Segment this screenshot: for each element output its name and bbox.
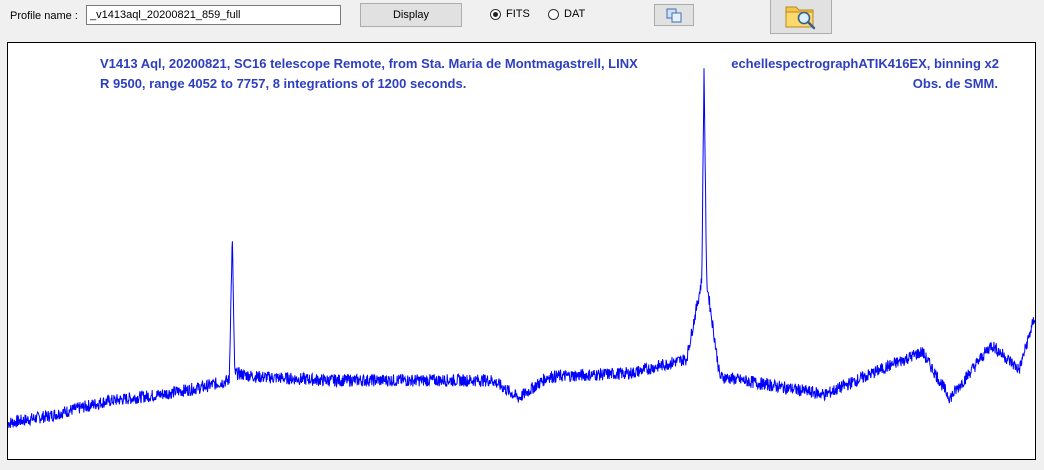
profile-name-input[interactable] [86, 5, 341, 25]
copy-icon [666, 8, 682, 23]
fits-radio-label: FITS [506, 8, 530, 20]
caption-line2-right: Obs. de SMM. [912, 76, 998, 91]
toolbar: Profile name : Display FITS DAT [0, 0, 1044, 40]
fits-radio-dot[interactable] [490, 8, 501, 20]
dat-radio[interactable]: DAT [548, 8, 585, 20]
spectrum-chart [8, 68, 1035, 428]
profile-name-label: Profile name : [10, 10, 78, 22]
dat-radio-dot[interactable] [548, 8, 559, 20]
caption-line1-left: V1413 Aql, 20200821, SC16 telescope Remo… [100, 56, 638, 71]
copy-button[interactable] [654, 4, 694, 26]
display-button[interactable]: Display [360, 3, 462, 27]
folder-search-icon [785, 6, 816, 30]
dat-radio-label: DAT [564, 8, 586, 20]
spectrum-plot: V1413 Aql, 20200821, SC16 telescope Remo… [7, 42, 1036, 460]
open-file-button[interactable] [770, 0, 832, 34]
fits-radio[interactable]: FITS [490, 8, 530, 20]
caption-line2-left: R 9500, range 4052 to 7757, 8 integratio… [100, 76, 467, 91]
spectrum-line [8, 68, 1035, 428]
caption-line1-right: echellespectrographATIK416EX, binning x2 [731, 56, 999, 71]
